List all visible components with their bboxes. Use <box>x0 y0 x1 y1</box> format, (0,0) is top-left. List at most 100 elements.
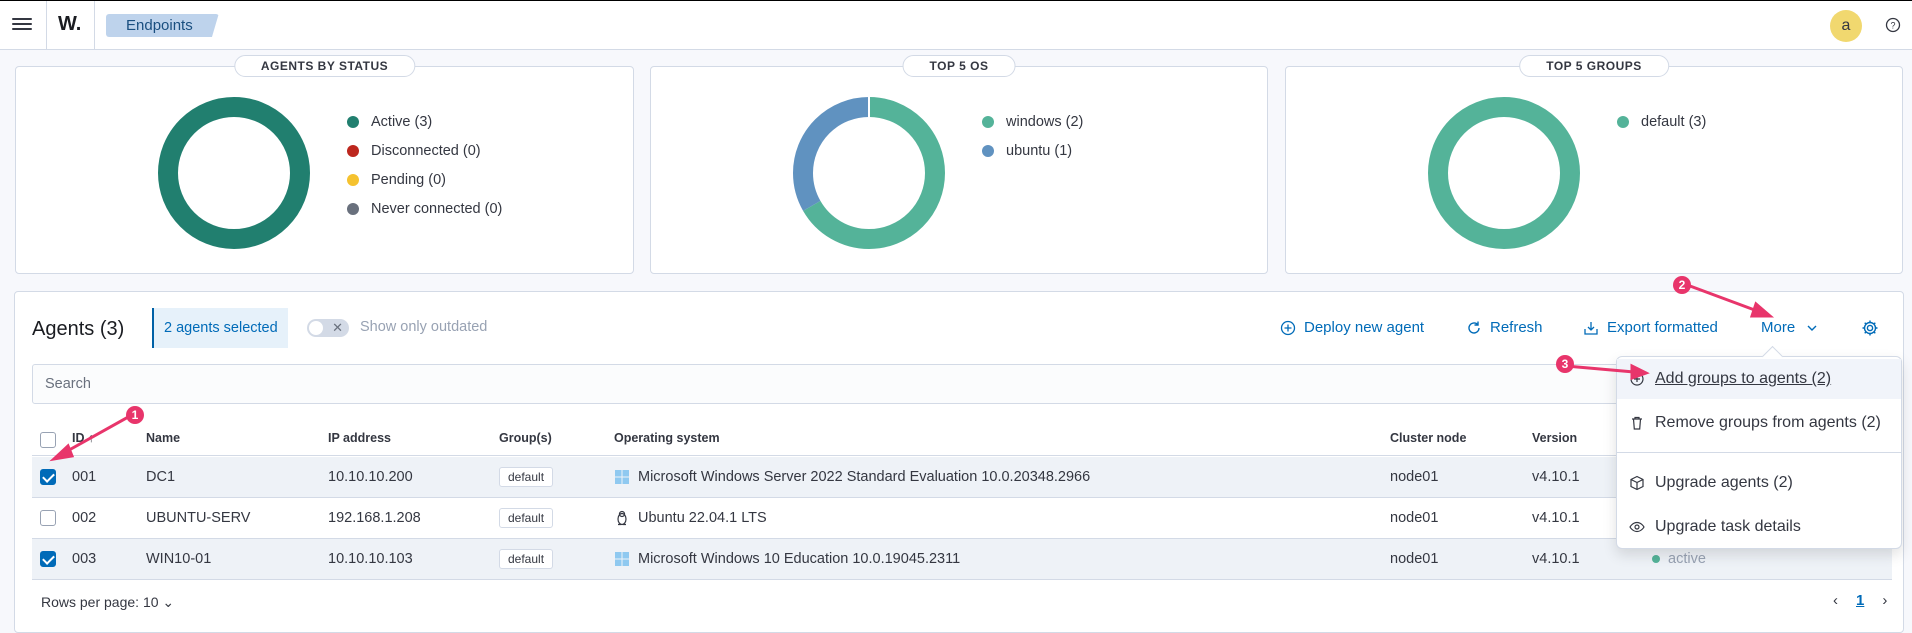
groups-legend: default (3) <box>1617 107 1706 136</box>
column-header-version[interactable]: Version <box>1532 420 1577 456</box>
column-header-os[interactable]: Operating system <box>614 420 720 456</box>
legend-item-ubuntu[interactable]: ubuntu (1) <box>982 136 1083 165</box>
legend-item-active[interactable]: Active (3) <box>347 107 502 136</box>
legend-dot <box>982 115 994 128</box>
chevron-down-icon <box>1807 325 1817 331</box>
status-label: active <box>1668 551 1706 567</box>
table-row[interactable]: 001 DC1 10.10.10.200 default Microsoft W… <box>32 457 1892 498</box>
legend-item-windows[interactable]: windows (2) <box>982 107 1083 136</box>
donut-slice-default[interactable] <box>1428 97 1580 249</box>
table-row[interactable]: 002 UBUNTU-SERV 192.168.1.208 default Ub… <box>32 498 1892 539</box>
column-header-cluster-node[interactable]: Cluster node <box>1390 420 1466 456</box>
more-actions-dropdown: Add groups to agents (2) Remove groups f… <box>1616 356 1902 549</box>
cell-cluster-node: node01 <box>1390 469 1439 485</box>
legend-item-default[interactable]: default (3) <box>1617 107 1706 136</box>
step-marker-3: 3 <box>1556 355 1574 373</box>
cell-id: 003 <box>72 551 97 567</box>
panel-agents-by-status: AGENTS BY STATUS Active (3) Disconnected… <box>15 55 634 274</box>
page-number[interactable]: 1 <box>1856 592 1864 609</box>
cell-cluster-node: node01 <box>1390 510 1439 526</box>
user-avatar[interactable]: a <box>1830 10 1862 42</box>
menu-item-remove-groups[interactable]: Remove groups from agents (2) <box>1617 403 1901 443</box>
legend-item-pending[interactable]: Pending (0) <box>347 165 502 194</box>
more-label: More <box>1761 319 1796 336</box>
rows-per-page-label: Rows per page: 10 <box>41 594 159 610</box>
os-label: Microsoft Windows Server 2022 Standard E… <box>638 469 1091 485</box>
chevron-left-icon[interactable]: ‹ <box>1833 592 1838 609</box>
gear-icon[interactable] <box>1861 319 1879 337</box>
legend-label: Active (3) <box>371 113 433 130</box>
help-icon[interactable]: ? <box>1885 17 1901 33</box>
cell-ip: 10.10.10.200 <box>328 469 413 485</box>
cell-os: Microsoft Windows 10 Education 10.0.1904… <box>614 539 960 579</box>
rows-per-page-selector[interactable]: Rows per page: 10 ⌄ <box>41 594 174 611</box>
os-label: Ubuntu 22.04.1 LTS <box>638 510 767 526</box>
menu-divider <box>1617 452 1901 453</box>
package-icon <box>1630 475 1644 491</box>
selected-agents-badge: 2 agents selected <box>152 308 288 348</box>
chevron-down-icon: ⌄ <box>162 594 175 610</box>
deploy-new-agent-button[interactable]: Deploy new agent <box>1280 319 1424 336</box>
refresh-button[interactable]: Refresh <box>1466 319 1543 336</box>
cell-version: v4.10.1 <box>1532 551 1580 567</box>
refresh-label: Refresh <box>1490 319 1543 336</box>
column-header-groups[interactable]: Group(s) <box>499 420 552 456</box>
row-checkbox[interactable] <box>40 551 56 567</box>
cell-os: Microsoft Windows Server 2022 Standard E… <box>614 457 1090 497</box>
windows-icon <box>615 470 629 485</box>
export-formatted-button[interactable]: Export formatted <box>1583 319 1718 336</box>
chevron-right-icon[interactable]: › <box>1882 592 1887 609</box>
legend-dot <box>347 115 359 128</box>
cell-cluster-node: node01 <box>1390 551 1439 567</box>
donut-slice-active[interactable] <box>158 97 310 249</box>
column-header-ip[interactable]: IP address <box>328 420 391 456</box>
agents-title: Agents (3) <box>32 318 125 340</box>
cell-name: UBUNTU-SERV <box>146 510 251 526</box>
linux-icon <box>617 511 627 526</box>
legend-label: ubuntu (1) <box>1006 142 1073 159</box>
legend-item-never-connected[interactable]: Never connected (0) <box>347 194 502 223</box>
menu-item-label: Upgrade agents (2) <box>1655 474 1793 491</box>
panel-title: TOP 5 OS <box>902 55 1016 77</box>
cell-name: WIN10-01 <box>146 551 212 567</box>
breadcrumb-endpoints[interactable]: Endpoints <box>106 14 219 37</box>
menu-item-upgrade-task-details[interactable]: Upgrade task details <box>1617 507 1901 547</box>
menu-item-add-groups[interactable]: Add groups to agents (2) <box>1617 359 1901 399</box>
group-badge[interactable]: default <box>499 549 554 570</box>
toggle-off-icon: ✕ <box>332 320 343 335</box>
menu-item-label: Upgrade task details <box>1655 518 1801 535</box>
group-badge[interactable]: default <box>499 467 554 488</box>
more-menu-button[interactable]: More <box>1761 319 1819 336</box>
status-dot <box>1652 555 1660 564</box>
cell-os: Ubuntu 22.04.1 LTS <box>614 498 767 538</box>
app-logo[interactable]: W. <box>58 13 81 36</box>
search-input[interactable]: Search <box>32 364 1632 404</box>
outdated-toggle[interactable]: ✕ <box>307 319 349 337</box>
export-icon <box>1584 321 1598 335</box>
column-header-id[interactable]: ID ↑ <box>72 420 94 456</box>
row-checkbox[interactable] <box>40 469 56 485</box>
status-donut-chart <box>158 97 310 249</box>
legend-label: Disconnected (0) <box>371 142 481 159</box>
svg-text:?: ? <box>1890 21 1895 31</box>
group-badge[interactable]: default <box>499 508 554 529</box>
column-header-name[interactable]: Name <box>146 420 180 456</box>
legend-item-disconnected[interactable]: Disconnected (0) <box>347 136 502 165</box>
toggle-knob <box>309 321 323 335</box>
legend-label: windows (2) <box>1006 113 1084 130</box>
hamburger-menu-icon[interactable] <box>12 15 32 35</box>
outdated-toggle-label: Show only outdated <box>360 319 488 335</box>
windows-icon <box>615 552 629 567</box>
table-row[interactable]: 003 WIN10-01 10.10.10.103 default Micros… <box>32 539 1892 580</box>
menu-item-upgrade-agents[interactable]: Upgrade agents (2) <box>1617 463 1901 503</box>
top-bar: W. Endpoints a ? <box>0 0 1912 50</box>
plus-circle-icon <box>1280 320 1296 335</box>
row-checkbox[interactable] <box>40 510 56 526</box>
cell-id: 001 <box>72 469 97 485</box>
select-all-checkbox[interactable] <box>40 432 56 448</box>
sort-ascending-icon: ↑ <box>87 431 95 445</box>
menu-item-label: Add groups to agents (2) <box>1655 370 1832 387</box>
panel-title: TOP 5 GROUPS <box>1519 55 1669 77</box>
status-legend: Active (3) Disconnected (0) Pending (0) … <box>347 107 502 223</box>
divider <box>46 1 47 50</box>
